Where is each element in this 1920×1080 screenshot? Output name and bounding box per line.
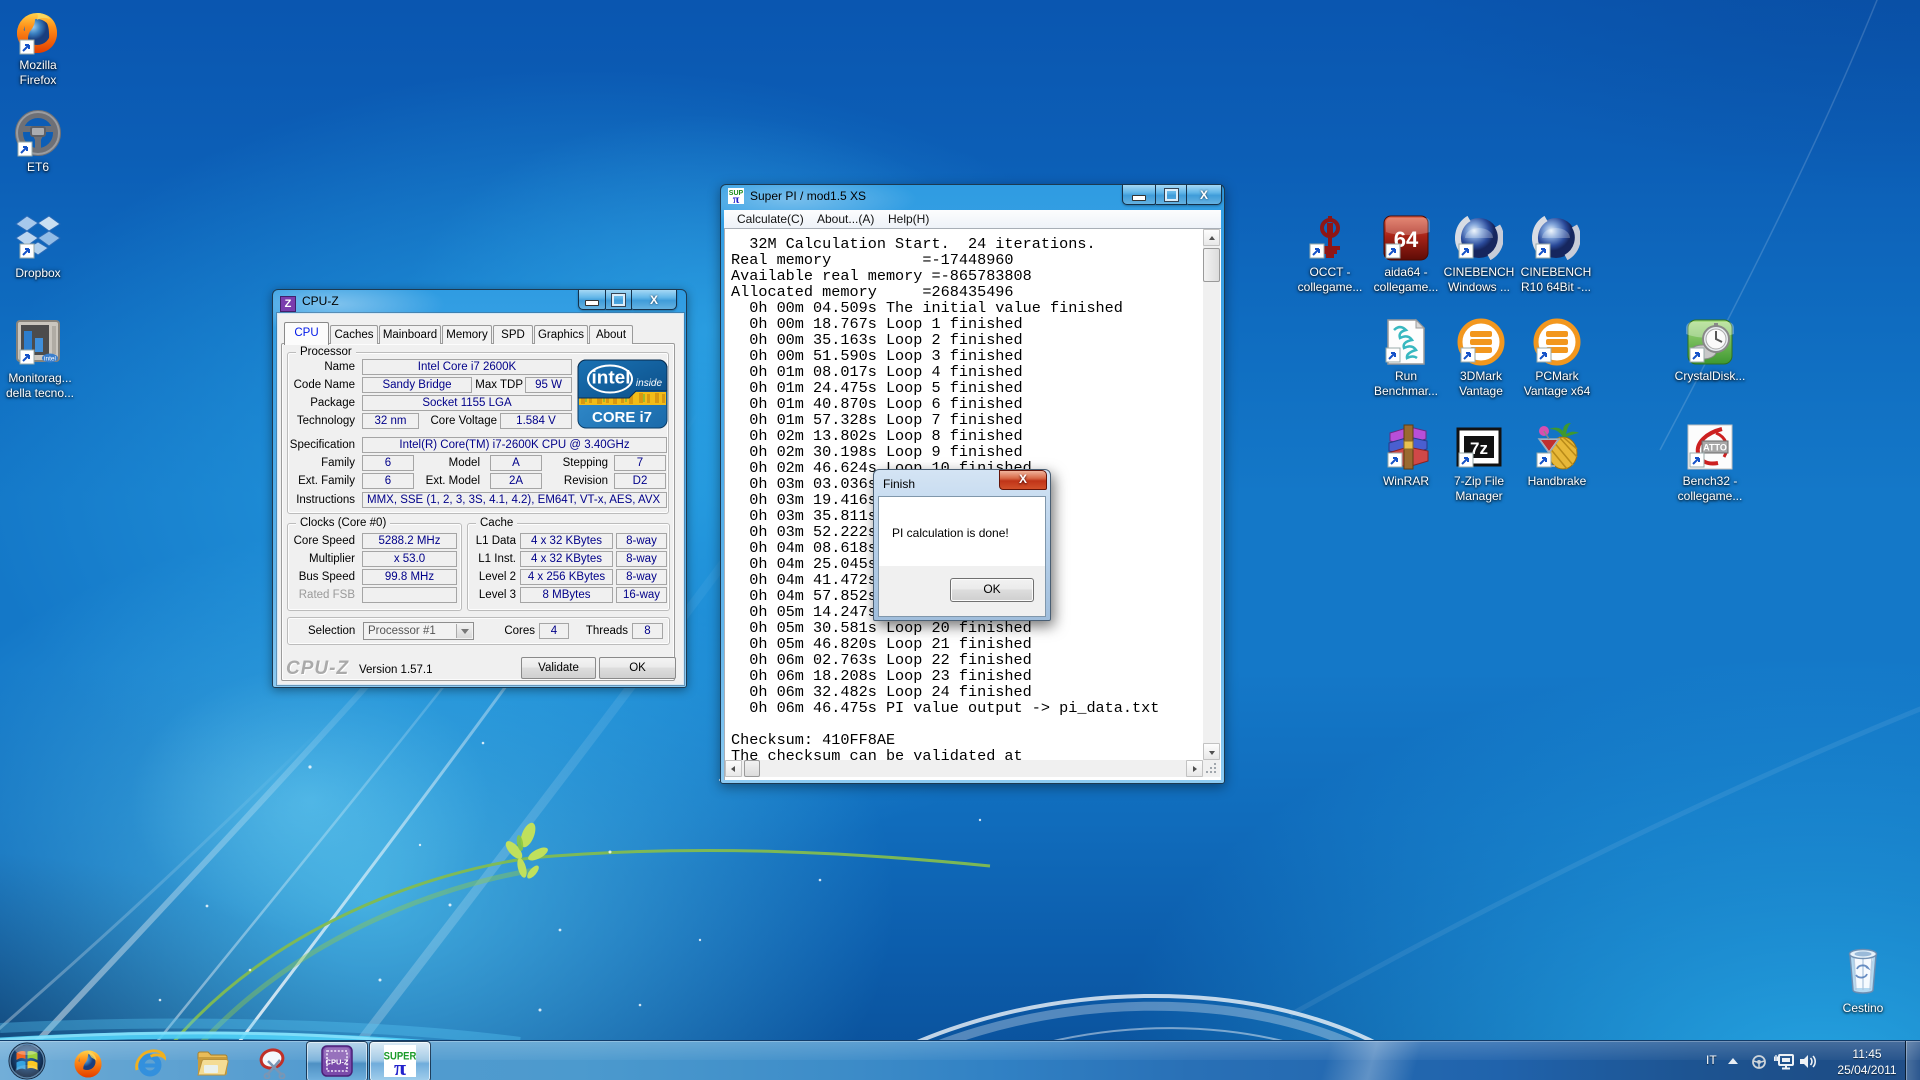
svg-text:intel: intel (591, 367, 630, 387)
svg-text:CORE i7: CORE i7 (592, 409, 652, 426)
svg-text:CPU-Z: CPU-Z (326, 1058, 349, 1067)
svg-text:ATTO: ATTO (1703, 443, 1727, 453)
svg-text:inside: inside (636, 378, 663, 389)
svg-text:π: π (733, 192, 740, 204)
svg-text:intel: intel (44, 356, 56, 363)
svg-text:π: π (394, 1055, 406, 1077)
